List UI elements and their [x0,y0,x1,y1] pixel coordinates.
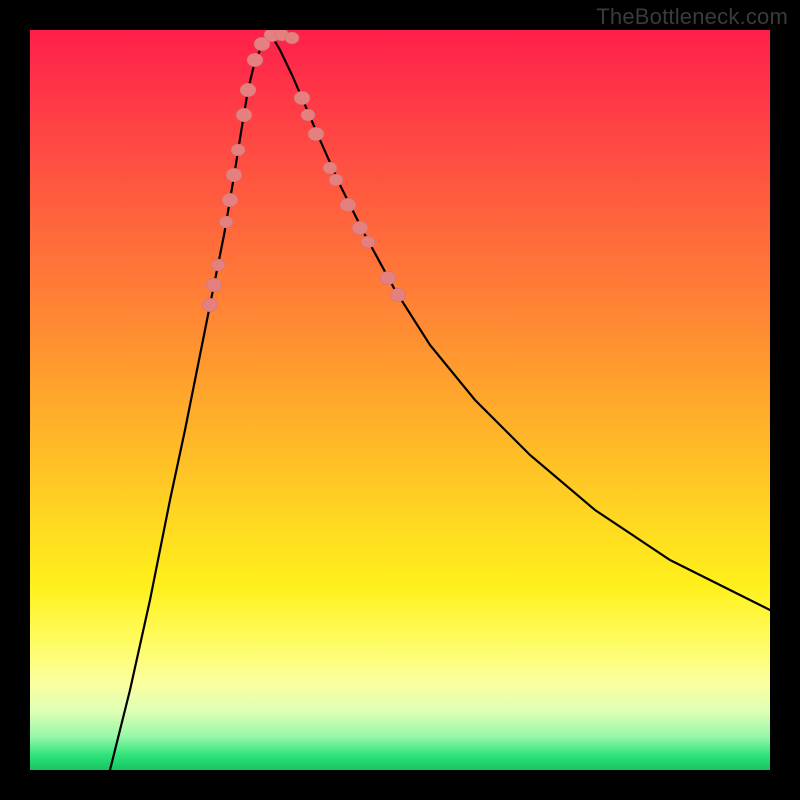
plot-area [30,30,770,770]
left-curve [110,33,270,770]
right-curve [270,33,770,610]
bead-marker [206,278,222,292]
bead-markers [202,30,406,312]
outer-frame: TheBottleneck.com [0,0,800,800]
curves-svg [30,30,770,770]
bead-marker [352,221,368,235]
bead-marker [323,162,337,174]
bead-marker [301,109,315,121]
watermark-text: TheBottleneck.com [596,4,788,30]
bead-marker [340,198,356,212]
bead-marker [294,91,310,105]
bead-marker [390,288,406,302]
bead-marker [329,174,343,186]
bead-marker [202,298,218,312]
bead-marker [222,193,238,207]
bead-marker [308,127,324,141]
bead-marker [285,32,299,44]
bead-marker [231,144,245,156]
bead-marker [247,53,263,67]
bead-marker [226,168,242,182]
bead-marker [236,108,252,122]
bead-marker [219,216,233,228]
bead-marker [361,236,375,248]
bead-marker [211,259,225,271]
bead-marker [240,83,256,97]
bead-marker [380,271,396,285]
